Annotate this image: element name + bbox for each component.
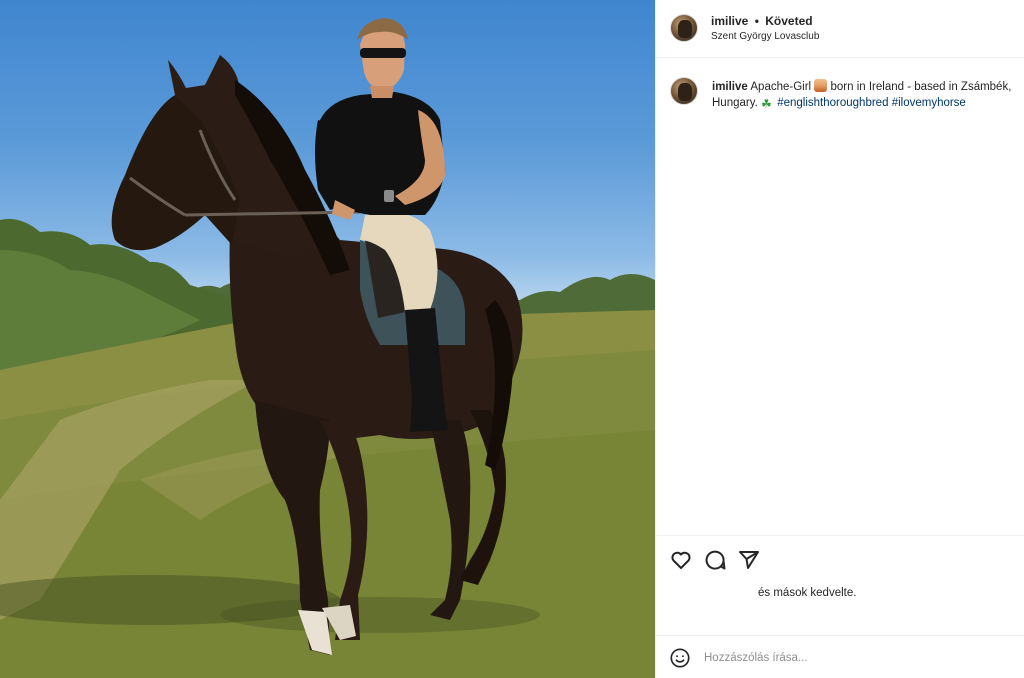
separator-dot: • — [754, 14, 759, 28]
caption-intro: Apache-Girl — [750, 81, 812, 93]
comment-icon[interactable] — [703, 548, 727, 572]
comment-bar — [656, 635, 1024, 678]
caption-avatar[interactable] — [670, 77, 698, 105]
avatar[interactable] — [670, 14, 698, 42]
comment-input[interactable] — [704, 648, 1004, 668]
share-icon[interactable] — [737, 548, 761, 572]
post-side-panel: imilive • Követed Szent György Lovasclub… — [655, 0, 1024, 678]
post-header: imilive • Követed Szent György Lovasclub — [656, 0, 1024, 58]
post-photo[interactable] — [0, 0, 655, 678]
person-emoji-icon — [814, 79, 828, 92]
location-link[interactable]: Szent György Lovasclub — [711, 31, 819, 42]
header-user-line: imilive • Követed — [711, 14, 813, 28]
hashtag-link[interactable]: #englishthoroughbred — [777, 97, 888, 109]
likes-text[interactable]: és mások kedvelte. — [758, 587, 856, 599]
post-image — [0, 18, 655, 678]
username-link[interactable]: imilive — [711, 14, 748, 28]
caption-username-link[interactable]: imilive — [712, 81, 748, 93]
post-actions: és mások kedvelte. — [656, 535, 1024, 635]
heart-icon[interactable] — [669, 548, 693, 572]
hashtag-link[interactable]: #ilovemyhorse — [892, 97, 966, 109]
caption-text: imilive Apache-Girl born in Ireland - ba… — [712, 79, 1020, 111]
follow-status-button[interactable]: Követed — [765, 14, 812, 28]
shamrock-emoji-icon: ☘ — [761, 97, 772, 111]
smiley-icon[interactable] — [669, 647, 691, 669]
